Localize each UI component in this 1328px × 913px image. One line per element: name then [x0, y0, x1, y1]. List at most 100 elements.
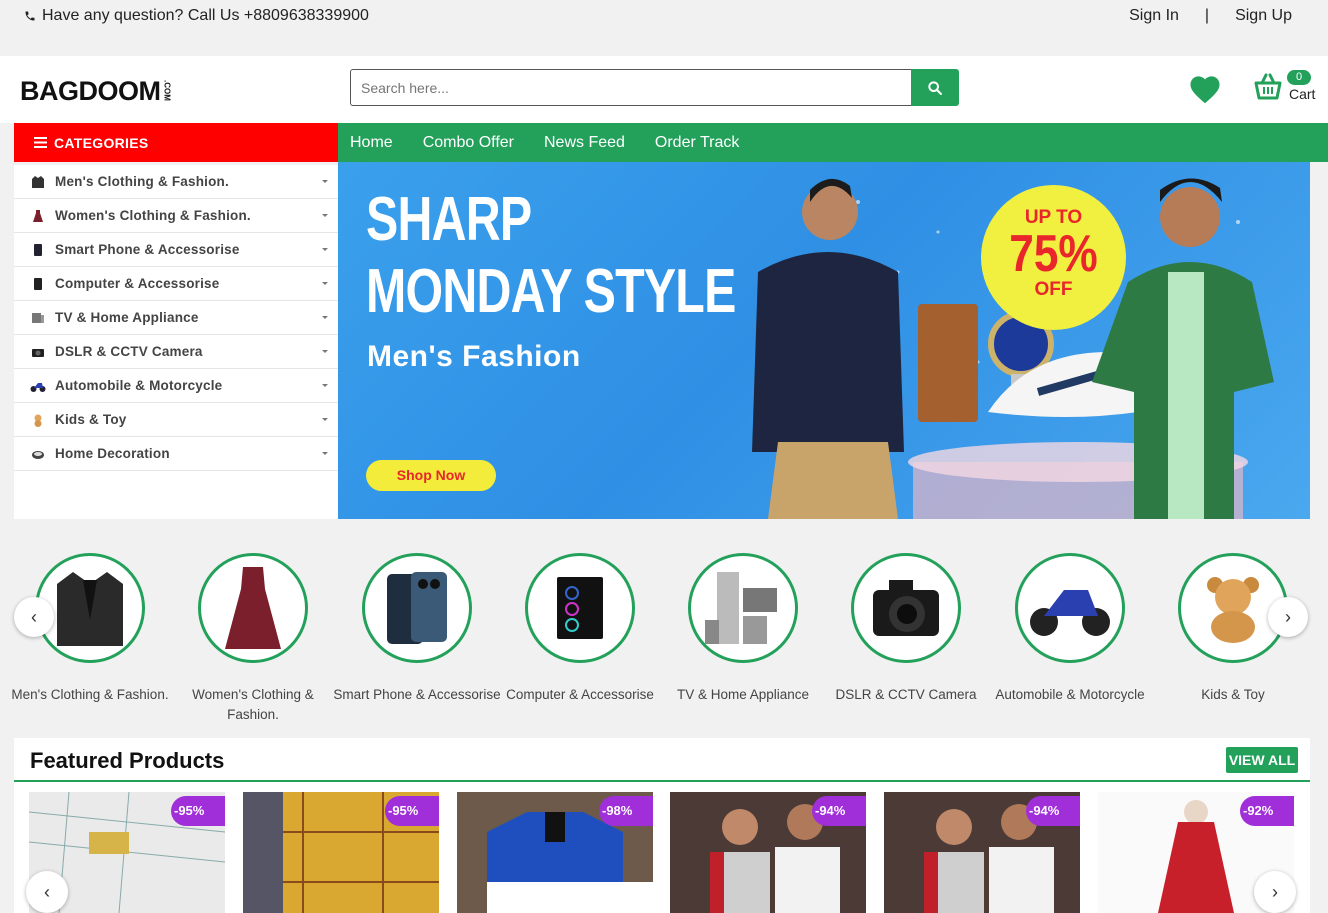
- carousel-next-button[interactable]: ›: [1268, 597, 1308, 637]
- search-icon: [928, 80, 942, 95]
- motorcycle-icon: [30, 378, 46, 394]
- category-image: [1015, 553, 1125, 663]
- discount-badge: -95%: [171, 796, 225, 826]
- teddy-icon: [1207, 577, 1259, 643]
- category-card-automobile[interactable]: Automobile & Motorcycle: [995, 553, 1145, 702]
- chevron-down-icon: [322, 214, 328, 217]
- phone-icon: [387, 572, 447, 644]
- chevron-down-icon: [322, 248, 328, 251]
- teddy-icon: [30, 412, 46, 428]
- discount-badge: -94%: [1026, 796, 1080, 826]
- sidebar-item-home-decoration[interactable]: Home Decoration: [14, 437, 338, 471]
- computer-icon: [557, 577, 603, 639]
- chevron-down-icon: [322, 180, 328, 183]
- sidebar-item-tv-home[interactable]: TV & Home Appliance: [14, 301, 338, 335]
- sidebar-item-smart-phone[interactable]: Smart Phone & Accessorise: [14, 233, 338, 267]
- decor-icon: [30, 446, 46, 462]
- sidebar-item-label: Women's Clothing & Fashion.: [55, 208, 251, 223]
- computer-icon: [30, 276, 46, 292]
- shop-now-button[interactable]: Shop Now: [366, 460, 496, 491]
- chevron-left-icon: ‹: [31, 606, 37, 627]
- sign-up-link[interactable]: Sign Up: [1235, 7, 1292, 25]
- cart-button[interactable]: 0 Cart: [1252, 70, 1316, 104]
- nav-order-track[interactable]: Order Track: [655, 134, 739, 152]
- menu-icon: [34, 137, 47, 148]
- phone-text: Have any question? Call Us +880963833990…: [42, 7, 369, 24]
- sidebar-item-label: DSLR & CCTV Camera: [55, 344, 203, 359]
- logo-suffix: .COM: [162, 80, 172, 101]
- discount-badge: -95%: [385, 796, 439, 826]
- cart-count-badge: 0: [1287, 70, 1311, 85]
- categories-toggle[interactable]: CATEGORIES: [14, 123, 338, 162]
- category-image: [362, 553, 472, 663]
- sidebar-item-dslr-cctv[interactable]: DSLR & CCTV Camera: [14, 335, 338, 369]
- category-image: [198, 553, 308, 663]
- category-label: Men's Clothing & Fashion.: [11, 687, 169, 702]
- nav-home[interactable]: Home: [350, 134, 393, 152]
- logo-text: BAGDOOM: [20, 76, 161, 106]
- promo-value: 75%: [1009, 225, 1098, 283]
- sidebar-item-label: Home Decoration: [55, 446, 170, 461]
- dress-icon: [225, 567, 281, 649]
- category-card-computer[interactable]: Computer & Accessorise: [506, 553, 654, 702]
- sidebar-item-automobile[interactable]: Automobile & Motorcycle: [14, 369, 338, 403]
- category-label: Smart Phone & Accessorise: [333, 687, 501, 702]
- discount-badge: -98%: [599, 796, 653, 826]
- tv-icon: [30, 310, 46, 326]
- promo-badge: UP TO 75% OFF: [981, 185, 1126, 330]
- banner-subhead: Men's Fashion: [367, 340, 581, 373]
- camera-icon: [30, 344, 46, 360]
- camera-icon: [873, 580, 939, 636]
- site-header: BAGDOOM .COM 0 Cart: [0, 56, 1328, 123]
- category-image: [688, 553, 798, 663]
- category-label: Kids & Toy: [1201, 687, 1265, 702]
- product-card[interactable]: -95%: [243, 792, 439, 913]
- product-card[interactable]: -98%: [457, 792, 653, 913]
- sidebar-item-label: Kids & Toy: [55, 412, 127, 427]
- dress-icon: [30, 208, 46, 224]
- sidebar-item-kids-toy[interactable]: Kids & Toy: [14, 403, 338, 437]
- view-all-button[interactable]: VIEW ALL: [1226, 747, 1298, 773]
- sidebar-item-computer[interactable]: Computer & Accessorise: [14, 267, 338, 301]
- category-card-phone[interactable]: Smart Phone & Accessorise: [333, 553, 501, 702]
- nav-combo-offer[interactable]: Combo Offer: [423, 134, 514, 152]
- category-label: TV & Home Appliance: [676, 687, 810, 702]
- chevron-down-icon: [322, 452, 328, 455]
- featured-products-section: Featured Products VIEW ALL -95% -95% -98…: [14, 738, 1310, 913]
- section-title: Featured Products: [30, 748, 225, 773]
- category-card-tv[interactable]: TV & Home Appliance: [677, 553, 809, 702]
- banner-headline: SHARP MONDAY STYLE: [366, 184, 736, 328]
- hero-banner[interactable]: SHARP MONDAY STYLE Men's Fashion Shop No…: [338, 162, 1310, 519]
- category-card-womens[interactable]: Women's Clothing & Fashion.: [192, 553, 314, 722]
- chevron-down-icon: [322, 316, 328, 319]
- categories-label: CATEGORIES: [54, 134, 149, 151]
- product-card[interactable]: -94%: [670, 792, 866, 913]
- section-divider: [14, 780, 1310, 782]
- site-logo[interactable]: BAGDOOM .COM: [20, 76, 172, 107]
- carousel-prev-button[interactable]: ‹: [14, 597, 54, 637]
- chevron-right-icon: ›: [1285, 606, 1291, 627]
- appliance-icon: [705, 572, 777, 644]
- nav-news-feed[interactable]: News Feed: [544, 134, 625, 152]
- sidebar-item-mens-clothing[interactable]: Men's Clothing & Fashion.: [14, 165, 338, 199]
- auth-links: Sign In | Sign Up: [1129, 7, 1292, 25]
- wishlist-button[interactable]: [1187, 72, 1223, 104]
- sidebar-item-womens-clothing[interactable]: Women's Clothing & Fashion.: [14, 199, 338, 233]
- category-label: DSLR & CCTV Camera: [835, 687, 977, 702]
- featured-next-button[interactable]: ›: [1254, 871, 1296, 913]
- sidebar-item-label: TV & Home Appliance: [55, 310, 199, 325]
- basket-icon: [1254, 73, 1282, 100]
- sign-in-link[interactable]: Sign In: [1129, 7, 1179, 25]
- phone-icon: [25, 11, 35, 21]
- product-card[interactable]: -94%: [884, 792, 1080, 913]
- category-card-camera[interactable]: DSLR & CCTV Camera: [835, 553, 977, 702]
- featured-prev-button[interactable]: ‹: [26, 871, 68, 913]
- cart-label: Cart: [1289, 86, 1316, 102]
- search-button[interactable]: [911, 69, 959, 106]
- search-input[interactable]: [350, 69, 911, 106]
- category-carousel: Men's Clothing & Fashion. Women's Clothi…: [0, 535, 1328, 725]
- contact-info: Have any question? Call Us +880963833990…: [24, 7, 369, 25]
- phone-icon: [30, 242, 46, 258]
- top-bar: Have any question? Call Us +880963833990…: [0, 0, 1328, 56]
- category-sidebar: Men's Clothing & Fashion. Women's Clothi…: [14, 165, 338, 519]
